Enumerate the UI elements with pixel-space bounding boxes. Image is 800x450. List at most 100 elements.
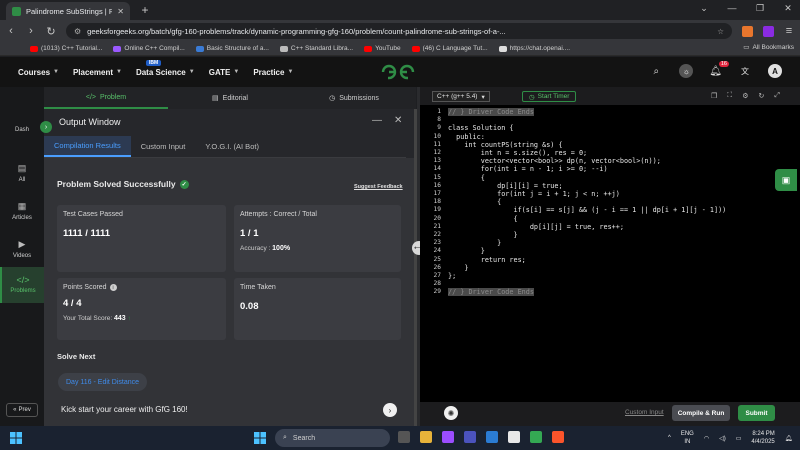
- notifications-icon[interactable]: 🔔︎: [785, 435, 793, 442]
- code-line[interactable]: vector<vector<bool>> dp(n, vector<bool>(…: [448, 157, 661, 165]
- code-line[interactable]: {: [448, 215, 517, 223]
- windows-start-icon[interactable]: [10, 432, 22, 444]
- bookmark-item[interactable]: Online C++ Compil...: [113, 45, 185, 52]
- chat-icon[interactable]: ▣: [775, 169, 797, 191]
- nav-data-science[interactable]: IBM Data Science ▼: [136, 59, 195, 77]
- tab-search-icon[interactable]: ⌄: [698, 3, 710, 14]
- next-problem-button[interactable]: Day 116 - Edit Distance: [58, 373, 148, 391]
- bookmark-item[interactable]: C++ Standard Libra...: [279, 45, 353, 52]
- bookmark-star-icon[interactable]: ☆: [717, 27, 724, 36]
- forward-button[interactable]: ›: [26, 25, 36, 37]
- gfg-logo[interactable]: [381, 63, 415, 81]
- chevron-up-icon[interactable]: ^: [668, 435, 671, 441]
- wifi-icon[interactable]: ◠: [704, 435, 709, 442]
- code-line[interactable]: }: [448, 231, 517, 239]
- bookmark-item[interactable]: https://chat.openai....: [498, 45, 570, 52]
- minimize-icon[interactable]: —: [372, 115, 382, 126]
- tab-problem[interactable]: </> Problem: [44, 87, 168, 109]
- github-icon[interactable]: [508, 431, 520, 443]
- code-line[interactable]: return res;: [448, 256, 526, 264]
- nav-courses[interactable]: Courses ▼: [18, 68, 59, 77]
- rail-all[interactable]: ▤ All: [0, 163, 44, 183]
- battery-icon[interactable]: ▭: [736, 435, 742, 442]
- code-line[interactable]: // } Driver Code Ends: [448, 108, 534, 116]
- code-line[interactable]: if(s[i] == s[j] && (j - i == 1 || dp[i +…: [448, 206, 726, 214]
- back-button[interactable]: ‹: [6, 25, 16, 37]
- search-icon[interactable]: ⌕: [649, 64, 663, 78]
- close-icon[interactable]: ✕: [394, 115, 402, 126]
- close-tab-icon[interactable]: ✕: [117, 7, 124, 16]
- site-info-icon[interactable]: ⚙: [74, 27, 81, 36]
- minimize-button[interactable]: —: [726, 3, 738, 14]
- rail-problems[interactable]: </> Problems: [0, 267, 44, 303]
- volume-icon[interactable]: ◁): [719, 435, 726, 442]
- teams-icon[interactable]: [464, 431, 476, 443]
- address-bar[interactable]: ⚙ geeksforgeeks.org/batch/gfg-160-proble…: [66, 23, 732, 39]
- expand-icon[interactable]: ⤢: [774, 92, 780, 100]
- brave-icon[interactable]: [552, 431, 564, 443]
- code-area[interactable]: // } Driver Code Ends class Solution { pu…: [448, 105, 798, 305]
- tab-submissions[interactable]: ◷ Submissions: [292, 87, 416, 109]
- prev-button[interactable]: «Prev: [6, 403, 38, 417]
- code-line[interactable]: {: [448, 198, 501, 206]
- copy-icon[interactable]: ❐: [711, 92, 717, 100]
- tab-compilation-results[interactable]: Compilation Results: [44, 136, 131, 157]
- code-line[interactable]: dp[i][i] = true;: [448, 182, 562, 190]
- code-line[interactable]: int countPS(string &s) {: [448, 141, 562, 149]
- code-line[interactable]: for(int j = i + 1; j < n; ++j): [448, 190, 620, 198]
- start-timer-button[interactable]: ◷ Start Timer: [522, 91, 577, 102]
- fullscreen-icon[interactable]: ⛶: [727, 92, 732, 100]
- bookmark-item[interactable]: Basic Structure of a...: [195, 45, 269, 52]
- copilot-icon[interactable]: [442, 431, 454, 443]
- language-indicator[interactable]: ENG IN: [681, 430, 694, 446]
- code-line[interactable]: // } Driver Code Ends: [448, 288, 534, 297]
- suggest-feedback-link[interactable]: Suggest Feedback: [354, 184, 403, 190]
- chrome-icon[interactable]: [530, 431, 542, 443]
- reset-icon[interactable]: ↻: [758, 92, 764, 100]
- menu-icon[interactable]: ≡: [784, 25, 794, 37]
- code-line[interactable]: for(int i = n - 1; i >= 0; --i): [448, 165, 608, 173]
- close-window-button[interactable]: ✕: [782, 3, 794, 14]
- collapse-arrow-icon[interactable]: ›: [40, 121, 52, 133]
- bookmark-item[interactable]: (46) C Language Tut...: [411, 45, 488, 52]
- compile-run-button[interactable]: Compile & Run: [672, 405, 730, 421]
- tab-custom-input[interactable]: Custom Input: [131, 136, 196, 157]
- nav-gate[interactable]: GATE ▼: [209, 68, 240, 77]
- theme-toggle-icon[interactable]: ☼: [679, 64, 694, 78]
- notification-bell-icon[interactable]: 🔔︎ 16: [709, 60, 729, 77]
- language-select[interactable]: C++ (g++ 5.4) ▾: [432, 91, 490, 102]
- file-explorer-icon[interactable]: [420, 431, 432, 443]
- reload-button[interactable]: ↻: [46, 25, 56, 38]
- vscode-icon[interactable]: [486, 431, 498, 443]
- code-line[interactable]: {: [448, 174, 485, 182]
- taskbar-search[interactable]: ⌕ Search: [275, 429, 390, 447]
- custom-input-link[interactable]: Custom Input: [625, 409, 664, 416]
- code-line[interactable]: dp[i][j] = true, res++;: [448, 223, 624, 231]
- new-tab-button[interactable]: +: [138, 3, 152, 17]
- translate-icon[interactable]: 文: [738, 64, 752, 78]
- browser-tab[interactable]: Palindrome SubStrings | Practice ✕: [6, 2, 130, 20]
- lightbulb-icon[interactable]: ✺: [444, 406, 458, 420]
- rail-articles[interactable]: ▦ Articles: [0, 201, 44, 221]
- rail-videos[interactable]: ▶ Videos: [0, 239, 44, 259]
- code-line[interactable]: };: [448, 272, 456, 280]
- nav-practice[interactable]: Practice ▼: [253, 68, 293, 77]
- code-line[interactable]: public:: [448, 133, 485, 141]
- bookmark-item[interactable]: YouTube: [364, 45, 401, 52]
- rail-dash[interactable]: Dash: [0, 127, 44, 133]
- task-view-icon[interactable]: [398, 431, 410, 443]
- bookmark-item[interactable]: (1013) C++ Tutorial...: [30, 45, 102, 52]
- code-line[interactable]: }: [448, 247, 485, 255]
- chevron-right-icon[interactable]: ›: [383, 403, 397, 417]
- windows-logo-icon[interactable]: [254, 432, 266, 444]
- code-line[interactable]: }: [448, 264, 468, 272]
- code-line[interactable]: int n = s.size(), res = 0;: [448, 149, 587, 157]
- nav-placement[interactable]: Placement ▼: [73, 68, 122, 77]
- tab-editorial[interactable]: ▤ Editorial: [168, 87, 292, 109]
- info-icon[interactable]: i: [109, 284, 117, 291]
- maximize-button[interactable]: ❐: [754, 3, 766, 14]
- tab-yogi-bot[interactable]: Y.O.G.I. (AI Bot): [195, 136, 269, 157]
- brave-shield-icon[interactable]: [742, 25, 753, 37]
- clock[interactable]: 8:24 PM 4/4/2025: [751, 430, 774, 446]
- rewards-icon[interactable]: [763, 25, 774, 37]
